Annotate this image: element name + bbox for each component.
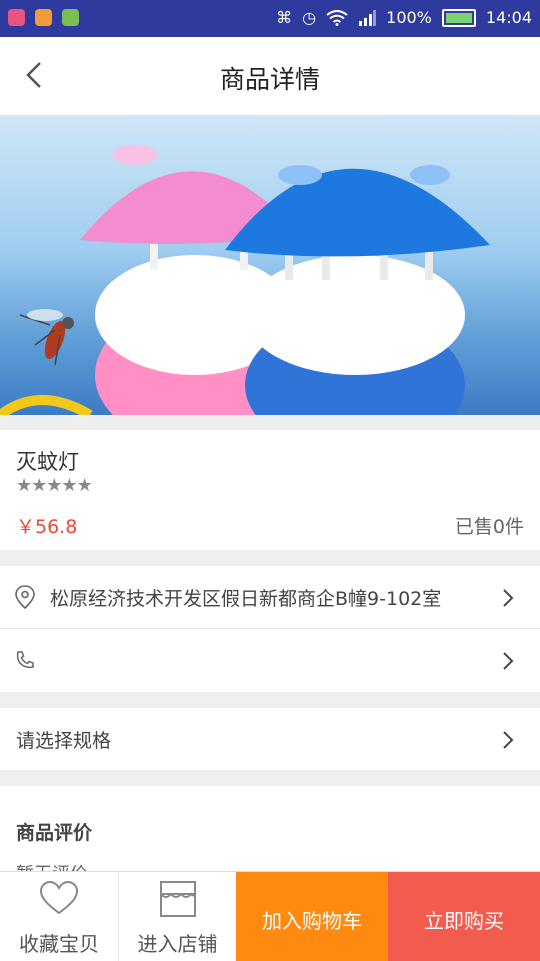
chevron-right-icon: [503, 652, 514, 670]
signal-icon: [359, 9, 377, 26]
chevron-right-icon: [503, 731, 514, 749]
notification-icons: [8, 9, 79, 26]
product-image[interactable]: [0, 115, 540, 415]
shop-icon: [159, 881, 196, 917]
shop-label: 进入店铺: [137, 932, 218, 956]
enter-shop-button[interactable]: 进入店铺: [119, 872, 236, 961]
rating-stars: ★★★★★: [16, 475, 93, 496]
add-to-cart-button[interactable]: 加入购物车: [236, 872, 388, 961]
favorite-label: 收藏宝贝: [19, 932, 99, 956]
spec-selector-row[interactable]: 请选择规格: [0, 708, 540, 770]
bottom-action-bar: 收藏宝贝 进入店铺 加入购物车 立即购买: [0, 871, 540, 961]
buy-now-label: 立即购买: [424, 909, 504, 933]
star-icon: ★: [61, 475, 77, 496]
favorite-button[interactable]: 收藏宝贝: [0, 872, 119, 961]
product-photo-illustration: [0, 145, 490, 415]
sold-count: 已售0件: [454, 516, 524, 538]
location-pin-icon: [15, 585, 35, 609]
reviews-section: 商品评价 暂无评价: [0, 786, 540, 885]
header-bar: 商品详情: [0, 37, 540, 116]
address-text: 松原经济技术开发区假日新都商企B幢9-102室: [50, 588, 442, 610]
add-to-cart-label: 加入购物车: [262, 909, 362, 933]
battery-percent: 100%: [386, 8, 432, 27]
product-price: ￥56.8: [16, 516, 78, 538]
star-icon: ★: [76, 475, 93, 496]
page-title: 商品详情: [219, 65, 320, 94]
heart-icon: [39, 880, 79, 915]
buy-now-button[interactable]: 立即购买: [388, 872, 540, 961]
status-bar: ⌘ ◷ 100% 14:04: [0, 0, 540, 37]
star-icon: ★: [16, 475, 32, 496]
reviews-title: 商品评价: [16, 822, 93, 844]
address-row[interactable]: 松原经济技术开发区假日新都商企B幢9-102室: [0, 566, 540, 629]
alarm-icon: ◷: [302, 8, 317, 27]
battery-icon: [441, 8, 476, 27]
app-notification-icon: [8, 9, 25, 26]
vibrate-icon: ⌘: [276, 8, 293, 27]
star-icon: ★: [46, 475, 62, 496]
phone-icon: [16, 651, 34, 669]
chevron-right-icon: [503, 589, 514, 607]
spec-label: 请选择规格: [16, 730, 112, 752]
clock: 14:04: [485, 8, 532, 27]
product-name: 灭蚊灯: [16, 450, 79, 474]
android-icon: [62, 9, 79, 26]
wifi-icon: [326, 9, 348, 26]
star-icon: ★: [31, 475, 47, 496]
app-notification-icon: [35, 9, 52, 26]
product-info: 灭蚊灯 ★★★★★ ￥56.8 已售0件: [0, 430, 540, 550]
phone-row[interactable]: [0, 629, 540, 692]
